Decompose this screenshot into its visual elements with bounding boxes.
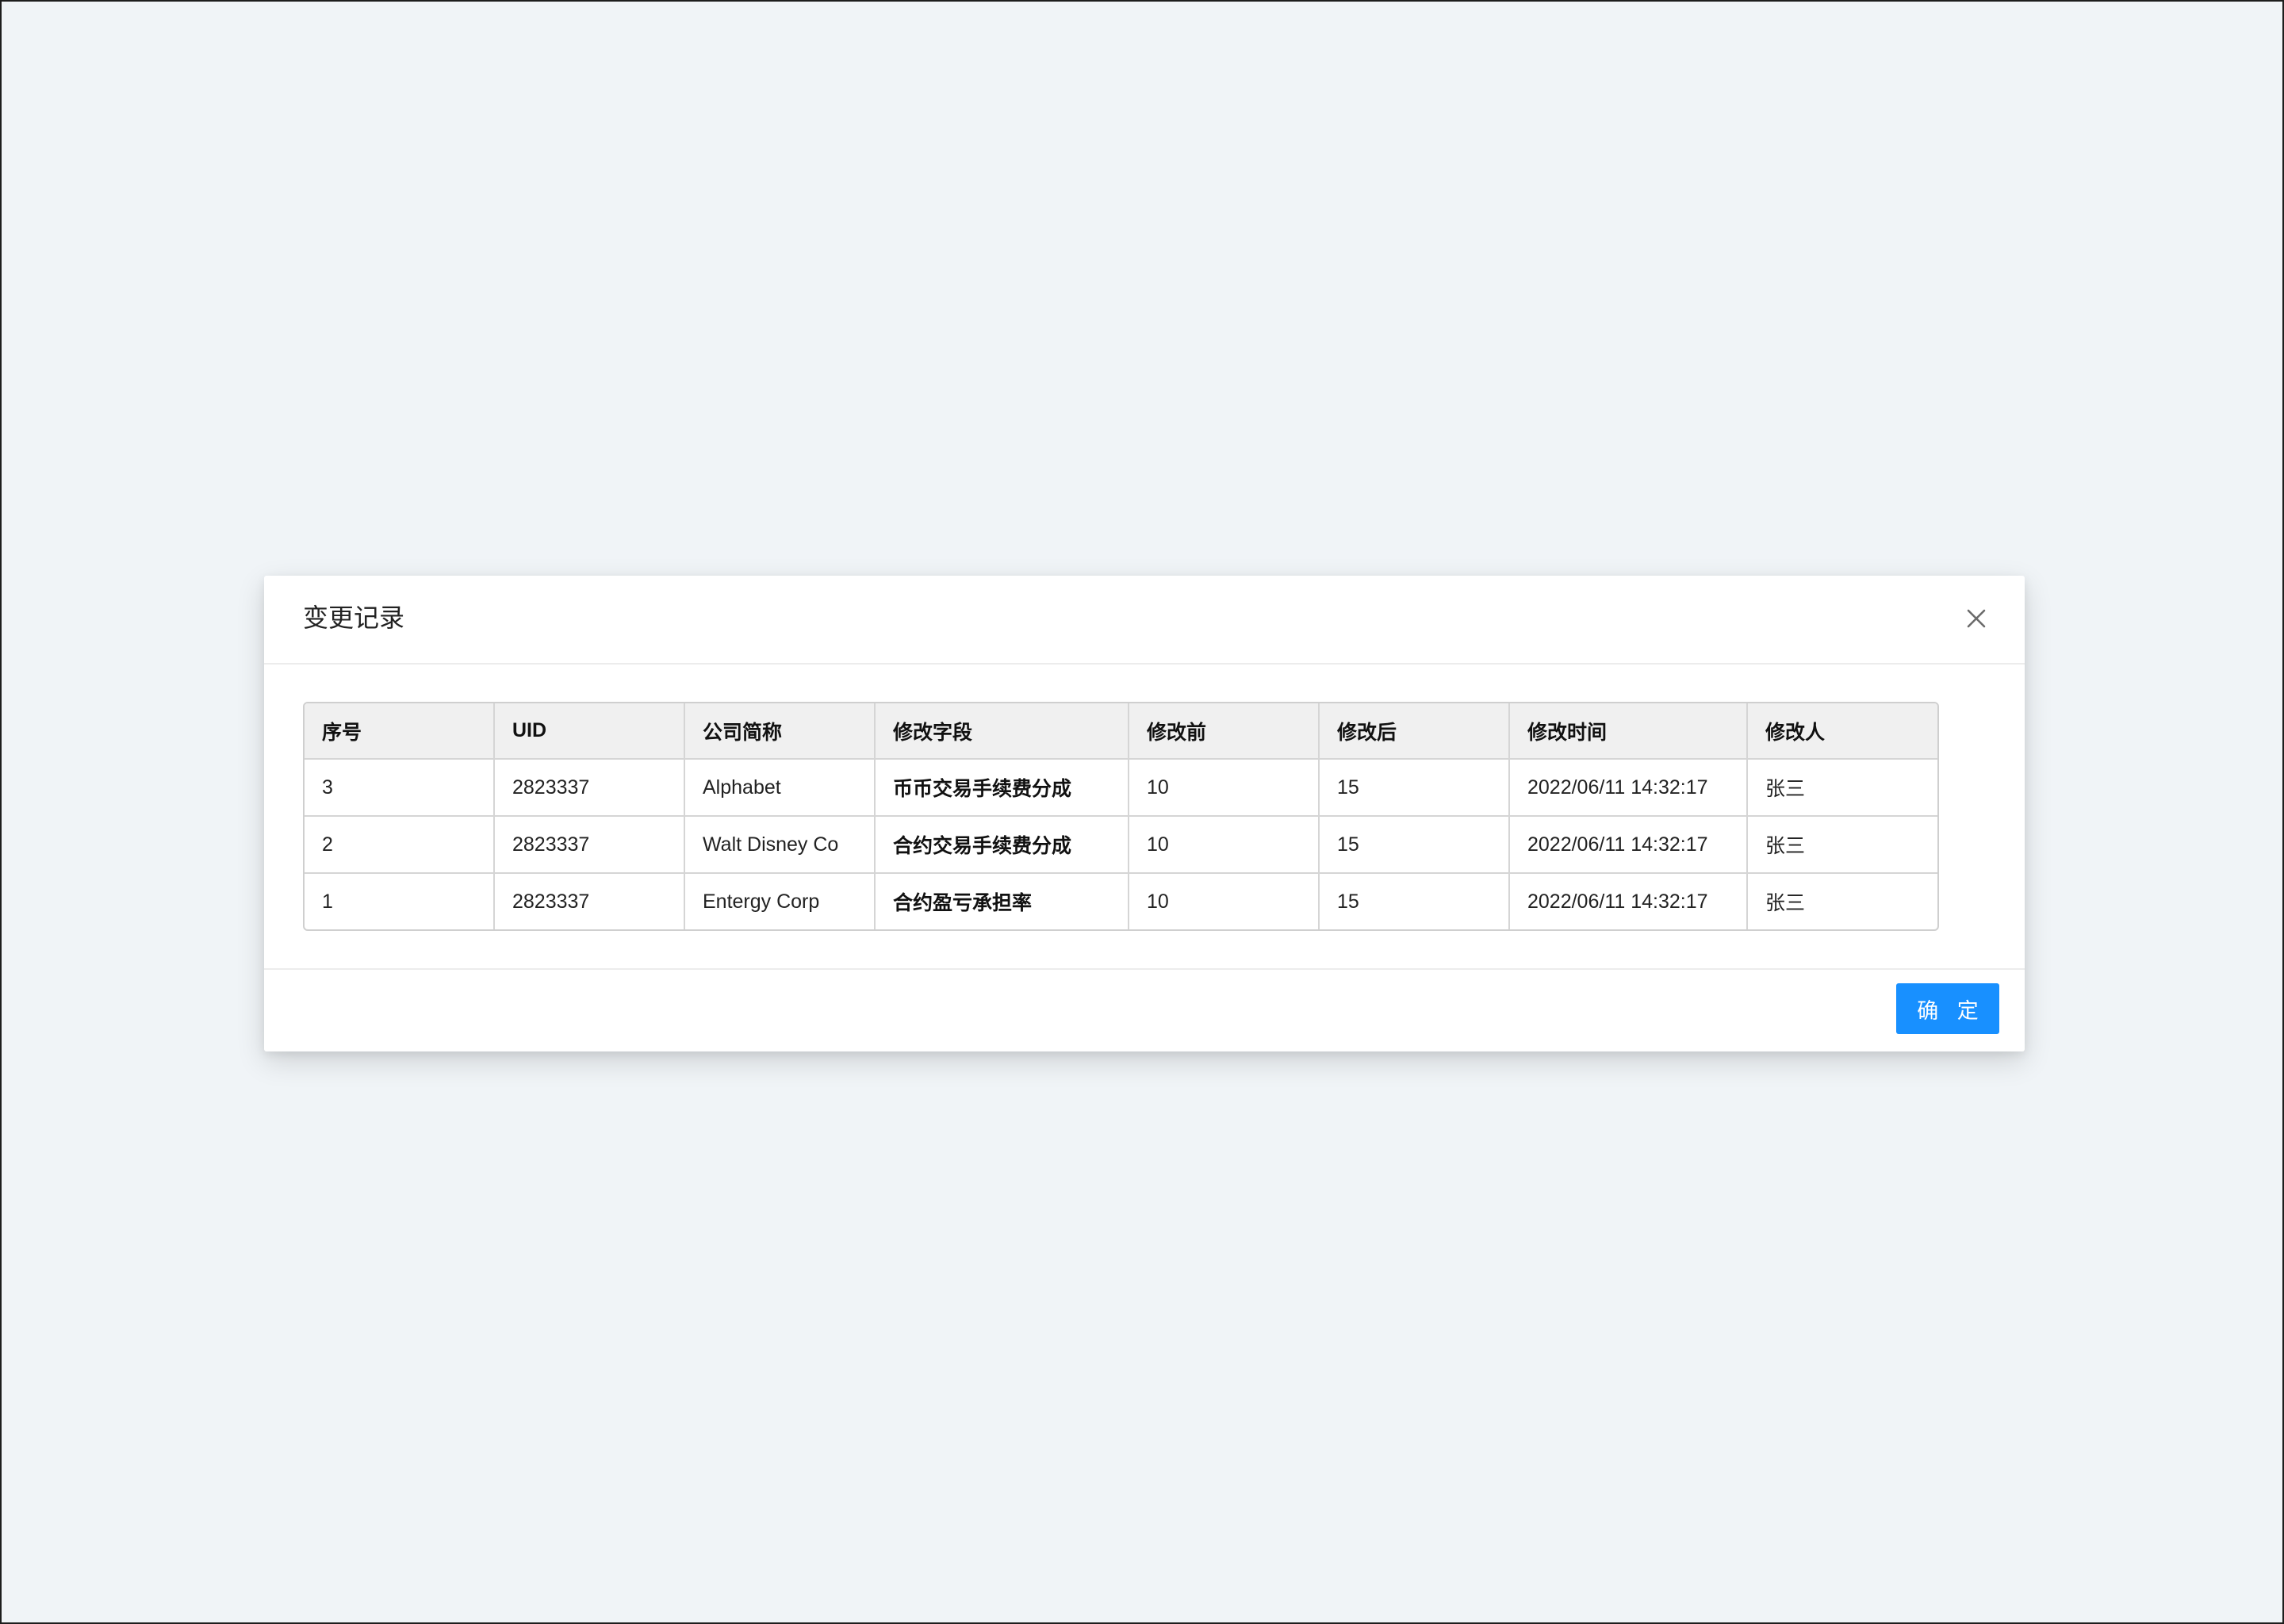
- cell-index: 1: [305, 874, 495, 929]
- cell-after: 15: [1320, 874, 1510, 929]
- close-button[interactable]: [1958, 600, 1995, 637]
- column-header-field: 修改字段: [876, 703, 1129, 760]
- close-icon: [1967, 609, 1986, 628]
- cell-time: 2022/06/11 14:32:17: [1510, 817, 1748, 874]
- column-header-time: 修改时间: [1510, 703, 1748, 760]
- cell-before: 10: [1129, 760, 1320, 817]
- cell-company: Walt Disney Co: [685, 817, 876, 874]
- modal-header: 变更记录: [264, 576, 2025, 665]
- screen: 变更记录 序号 UID 公司简称 修改字段 修改前 修改后 修改时间 修改人 3…: [0, 0, 2284, 1624]
- cell-uid: 2823337: [495, 874, 685, 929]
- column-header-index: 序号: [305, 703, 495, 760]
- cell-modifier: 张三: [1748, 760, 1937, 817]
- cell-time: 2022/06/11 14:32:17: [1510, 874, 1748, 929]
- column-header-company: 公司简称: [685, 703, 876, 760]
- cell-before: 10: [1129, 817, 1320, 874]
- cell-uid: 2823337: [495, 817, 685, 874]
- cell-time: 2022/06/11 14:32:17: [1510, 760, 1748, 817]
- modal-title: 变更记录: [303, 603, 405, 632]
- modal-body: 序号 UID 公司简称 修改字段 修改前 修改后 修改时间 修改人 3 2823…: [303, 702, 1939, 931]
- cell-field: 合约盈亏承担率: [876, 874, 1129, 929]
- modal-footer: 确 定: [264, 968, 2025, 1051]
- cell-index: 2: [305, 817, 495, 874]
- cell-field: 合约交易手续费分成: [876, 817, 1129, 874]
- cell-modifier: 张三: [1765, 892, 1806, 914]
- cell-after: 15: [1320, 760, 1510, 817]
- column-header-uid: UID: [495, 703, 685, 760]
- table-header-row: 序号 UID 公司简称 修改字段 修改前 修改后 修改时间 修改人: [305, 703, 1937, 760]
- cell-modifier: 张三: [1748, 817, 1937, 874]
- cell-index: 3: [305, 760, 495, 817]
- column-header-after: 修改后: [1320, 703, 1510, 760]
- table-row: 3 2823337 Alphabet 币币交易手续费分成 10 15 2022/…: [305, 760, 1937, 817]
- table-row: 2 2823337 Walt Disney Co 合约交易手续费分成 10 15…: [305, 817, 1937, 874]
- cell-field: 币币交易手续费分成: [876, 760, 1129, 817]
- cell-uid: 2823337: [495, 760, 685, 817]
- cell-after: 15: [1320, 817, 1510, 874]
- cell-company: Alphabet: [685, 760, 876, 817]
- column-header-before: 修改前: [1129, 703, 1320, 760]
- cell-company: Entergy Corp: [685, 874, 876, 929]
- change-log-modal: 变更记录 序号 UID 公司简称 修改字段 修改前 修改后 修改时间 修改人 3…: [264, 576, 2025, 1051]
- change-log-table: 序号 UID 公司简称 修改字段 修改前 修改后 修改时间 修改人 3 2823…: [303, 702, 1939, 931]
- column-header-modifier: 修改人: [1748, 703, 1937, 760]
- confirm-button[interactable]: 确 定: [1896, 983, 1999, 1034]
- cell-before: 10: [1129, 874, 1320, 929]
- table-row: 1 2823337 Entergy Corp 合约盈亏承担率 10 15 202…: [305, 874, 1937, 929]
